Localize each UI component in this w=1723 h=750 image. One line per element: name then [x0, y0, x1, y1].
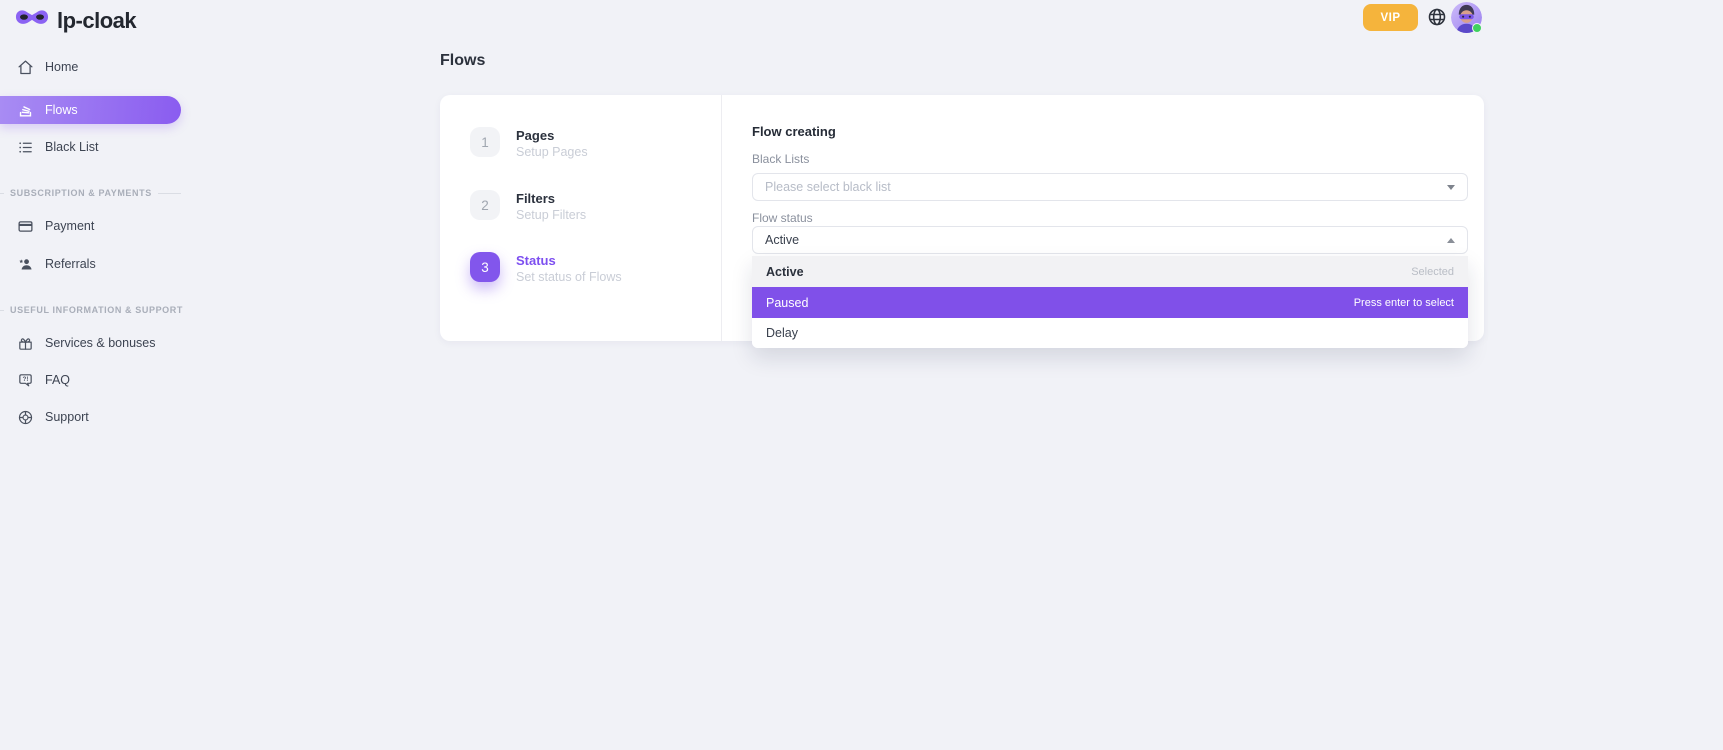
step-number: 2 — [470, 190, 500, 220]
sidebar-item-label: Home — [45, 60, 78, 74]
flow-status-value: Active — [765, 233, 799, 247]
option-paused[interactable]: Paused Press enter to select — [752, 287, 1468, 318]
step-subtitle: Setup Filters — [516, 208, 586, 222]
sidebar-section-support: USEFUL INFORMATION & SUPPORT — [0, 303, 181, 317]
svg-text:?!: ?! — [23, 377, 29, 383]
option-label: Delay — [766, 326, 798, 340]
sidebar-item-services[interactable]: Services & bonuses — [0, 329, 181, 357]
sidebar-item-label: FAQ — [45, 373, 70, 387]
step-status[interactable]: 3 Status Set status of Flows — [470, 252, 622, 284]
vip-button[interactable]: VIP — [1363, 4, 1418, 31]
sidebar-section-payments: SUBSCRIPTION & PAYMENTS — [0, 186, 181, 200]
sidebar: Home Flows Black List SUBSCRIPTION & PAY… — [0, 0, 200, 750]
chevron-up-icon — [1447, 238, 1455, 243]
sidebar-item-referrals[interactable]: Referrals — [0, 250, 181, 278]
chevron-down-icon — [1447, 185, 1455, 190]
online-status-dot — [1472, 23, 1482, 33]
sidebar-item-label: Flows — [45, 103, 78, 117]
step-filters[interactable]: 2 Filters Setup Filters — [470, 190, 586, 222]
sidebar-item-label: Support — [45, 410, 89, 424]
sidebar-item-support[interactable]: Support — [0, 403, 181, 431]
step-title: Status — [516, 252, 622, 268]
sidebar-item-faq[interactable]: ?! FAQ — [0, 366, 181, 394]
flow-status-select[interactable]: Active — [752, 226, 1468, 254]
sidebar-item-label: Services & bonuses — [45, 336, 155, 350]
step-subtitle: Setup Pages — [516, 145, 588, 159]
lifebuoy-icon — [17, 409, 34, 426]
page-title: Flows — [440, 52, 485, 70]
list-icon — [17, 139, 34, 156]
step-title: Pages — [516, 127, 588, 143]
sidebar-item-label: Black List — [45, 140, 99, 154]
black-lists-select[interactable]: Please select black list — [752, 173, 1468, 201]
gift-icon — [17, 335, 34, 352]
faq-bubble-icon: ?! — [17, 372, 34, 389]
step-pages[interactable]: 1 Pages Setup Pages — [470, 127, 588, 159]
sidebar-item-label: Payment — [45, 219, 94, 233]
sidebar-item-label: Referrals — [45, 257, 96, 271]
person-star-icon — [17, 256, 34, 273]
credit-card-icon — [17, 218, 34, 235]
sidebar-item-home[interactable]: Home — [0, 53, 181, 81]
sidebar-item-payment[interactable]: Payment — [0, 212, 181, 240]
sidebar-item-flows[interactable]: Flows — [0, 96, 181, 124]
form-title: Flow creating — [752, 124, 836, 139]
flow-status-dropdown: Active Selected Paused Press enter to se… — [752, 256, 1468, 348]
step-subtitle: Set status of Flows — [516, 270, 622, 284]
language-globe-icon[interactable] — [1427, 7, 1447, 27]
flows-stack-icon — [17, 102, 34, 119]
option-label: Paused — [766, 296, 808, 310]
step-title: Filters — [516, 190, 586, 206]
option-active[interactable]: Active Selected — [752, 256, 1468, 287]
option-label: Active — [766, 265, 804, 279]
black-lists-label: Black Lists — [752, 152, 809, 166]
home-icon — [17, 59, 34, 76]
sidebar-item-black-list[interactable]: Black List — [0, 133, 181, 161]
step-number: 1 — [470, 127, 500, 157]
card-divider — [721, 95, 722, 341]
step-number: 3 — [470, 252, 500, 282]
flow-status-label: Flow status — [752, 211, 813, 225]
option-hint: Selected — [1411, 266, 1454, 278]
black-lists-placeholder: Please select black list — [765, 180, 891, 194]
option-hint: Press enter to select — [1354, 297, 1454, 309]
page: lp-cloak VIP — [0, 0, 1723, 750]
option-delay[interactable]: Delay — [752, 318, 1468, 348]
